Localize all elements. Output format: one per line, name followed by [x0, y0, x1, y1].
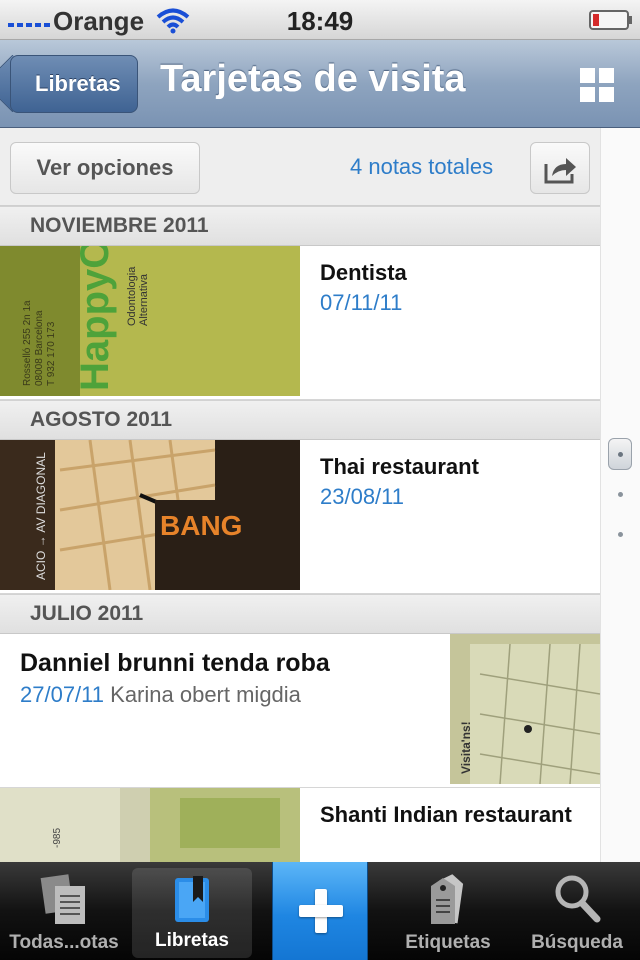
page-title: Tarjetas de visita — [160, 58, 466, 100]
note-title: Danniel brunni tenda roba — [20, 649, 330, 677]
grid-view-icon[interactable] — [580, 68, 614, 102]
back-button-label: Libretas — [35, 71, 121, 96]
section-header-julio: JULIO 2011 — [0, 594, 600, 634]
notes-list[interactable]: Ver opciones 4 notas totales NOVIEMBRE 2… — [0, 128, 600, 862]
note-date: 27/07/11 — [20, 682, 105, 707]
section-header-agosto: AGOSTO 2011 — [0, 400, 600, 440]
section-header-noviembre: NOVIEMBRE 2011 — [0, 206, 600, 246]
svg-text:Visita'ns!: Visita'ns! — [459, 721, 473, 774]
note-title: Dentista — [320, 260, 407, 285]
tab-all-notes[interactable]: Todas...otas — [0, 862, 128, 960]
back-button[interactable]: Libretas — [10, 55, 138, 113]
share-icon — [544, 158, 576, 184]
svg-text:-985: -985 — [52, 828, 63, 848]
svg-text:BANG: BANG — [160, 510, 242, 541]
tags-icon — [431, 874, 464, 924]
all-notes-icon — [40, 874, 85, 924]
svg-text:Odontologia: Odontologia — [126, 266, 138, 326]
tab-label: Búsqueda — [531, 932, 623, 953]
share-button[interactable] — [530, 142, 590, 194]
tab-tags[interactable]: Etiquetas — [388, 862, 508, 960]
note-count: 4 notas totales — [350, 154, 494, 179]
add-note-icon — [299, 889, 343, 933]
battery-icon — [589, 10, 632, 30]
section-index-scroller[interactable] — [600, 128, 640, 862]
status-bar: Orange 18:49 — [0, 0, 640, 40]
svg-text:Rosselló 255 2n 1a: Rosselló 255 2n 1a — [22, 300, 33, 386]
svg-text:HappyCli: HappyCli — [73, 246, 117, 391]
view-options-button[interactable]: Ver opciones — [10, 142, 200, 194]
note-thumbnail: Visita'ns! — [450, 634, 600, 784]
note-date: 23/08/11 — [320, 484, 405, 509]
scroll-dot — [618, 492, 623, 497]
note-thumbnail: BANG ACIO → AV DIAGONAL — [0, 440, 300, 590]
list-item[interactable]: BANG ACIO → AV DIAGONAL Thai restaurant … — [0, 440, 600, 594]
navigation-bar: Libretas Tarjetas de visita — [0, 40, 640, 128]
tab-label: Etiquetas — [405, 932, 491, 953]
note-title: Shanti Indian restaurant — [320, 802, 572, 827]
list-toolbar: Ver opciones 4 notas totales — [0, 128, 600, 206]
note-snippet: Karina obert migdia — [110, 682, 301, 707]
add-note-button[interactable] — [272, 862, 368, 960]
tab-label: Libretas — [155, 930, 229, 951]
note-title: Thai restaurant — [320, 454, 479, 479]
scroll-handle[interactable] — [608, 438, 632, 470]
tab-notebooks[interactable]: Libretas — [132, 868, 252, 958]
note-thumbnail: -985 — [0, 788, 300, 862]
list-item[interactable]: HappyCli Odontologia Alternativa Rossell… — [0, 246, 600, 400]
svg-text:Alternativa: Alternativa — [138, 273, 150, 326]
svg-text:08008 Barcelona: 08008 Barcelona — [34, 310, 45, 386]
tab-bar: Todas...otas Libretas Etiquetas Búsqueda — [0, 862, 640, 960]
svg-text:ACIO → AV DIAGONAL: ACIO → AV DIAGONAL — [34, 452, 48, 580]
svg-text:T 932 170 173: T 932 170 173 — [46, 321, 57, 386]
scroll-dot — [618, 532, 623, 537]
note-thumbnail: HappyCli Odontologia Alternativa Rossell… — [0, 246, 300, 396]
notebooks-icon — [175, 876, 209, 922]
search-icon — [555, 875, 601, 923]
clock: 18:49 — [286, 6, 354, 36]
note-date: 07/11/11 — [320, 290, 403, 315]
list-item[interactable]: -985 Shanti Indian restaurant — [0, 788, 600, 862]
tab-search[interactable]: Búsqueda — [514, 862, 640, 960]
list-item[interactable]: Danniel brunni tenda roba 27/07/11 Karin… — [0, 634, 600, 788]
tab-label: Todas...otas — [9, 932, 119, 953]
